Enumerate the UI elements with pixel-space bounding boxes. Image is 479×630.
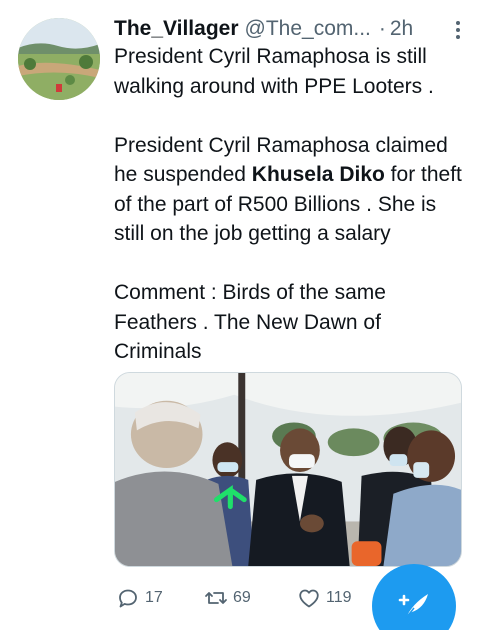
user-handle[interactable]: @The_com... <box>245 17 371 41</box>
retweet-count: 69 <box>233 589 251 606</box>
more-vertical-icon[interactable] <box>454 20 462 40</box>
tweet-paragraph-3: Comment : Birds of the same Feathers . T… <box>114 281 386 363</box>
reply-count: 17 <box>145 589 163 606</box>
reply-icon <box>119 589 137 608</box>
timestamp[interactable]: 2h <box>390 17 413 41</box>
like-count: 119 <box>326 589 352 606</box>
retweet-button[interactable]: 69 <box>204 582 251 614</box>
tweet-paragraph-1: President Cyril Ramaphosa is still walki… <box>114 45 434 98</box>
tweet-text: President Cyril Ramaphosa is still walki… <box>114 42 469 367</box>
tweet-header: The_Villager @The_com... · 2h <box>114 14 464 44</box>
tweet[interactable]: The_Villager @The_com... · 2h President … <box>0 0 479 630</box>
retweet-icon <box>205 592 227 604</box>
compose-tweet-button[interactable] <box>372 564 456 630</box>
tweet-photo[interactable] <box>114 372 462 567</box>
display-name[interactable]: The_Villager <box>114 17 239 41</box>
compose-tweet-icon <box>398 594 428 619</box>
heart-icon <box>299 589 319 608</box>
bold-name: Khusela Diko <box>251 163 385 186</box>
reply-button[interactable]: 17 <box>116 582 163 614</box>
avatar[interactable] <box>18 18 100 100</box>
separator-dot: · <box>378 17 386 40</box>
tweet-paragraph-2: President Cyril Ramaphosa claimed he sus… <box>114 131 469 249</box>
like-button[interactable]: 119 <box>297 582 352 614</box>
tweet-actions: 17 69 119 <box>114 582 374 614</box>
